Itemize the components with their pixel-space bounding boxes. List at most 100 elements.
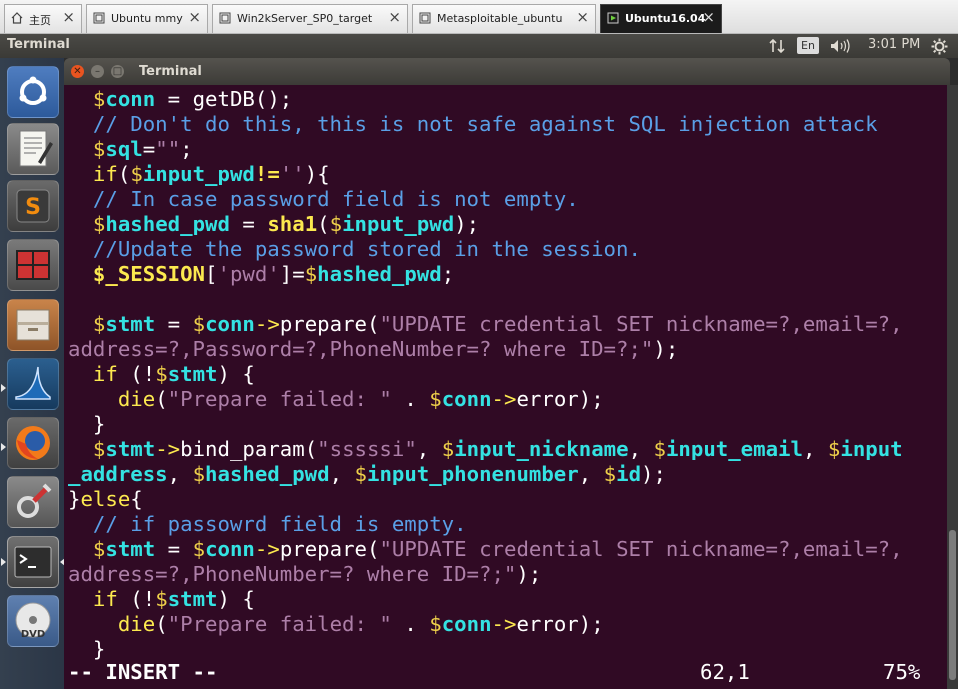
top-panel: Terminal En 3:01 PM	[0, 34, 958, 58]
code-token: (	[155, 612, 168, 636]
code-token: ->	[254, 537, 280, 561]
code-token: (	[317, 212, 330, 236]
code-token: ->	[155, 437, 181, 461]
code-token: else	[80, 487, 131, 511]
scrollbar-thumb[interactable]	[949, 530, 956, 680]
code-token: $	[603, 462, 617, 486]
vm-tab-win2kserver[interactable]: Win2kServer_SP0_target ×	[212, 4, 408, 33]
code-line: }else{	[68, 487, 143, 512]
vm-tab-ubuntu-mmy[interactable]: Ubuntu mmy ×	[86, 4, 208, 33]
code-token: $	[429, 612, 442, 636]
close-icon[interactable]: ×	[388, 9, 401, 26]
terminal-scrollbar[interactable]	[947, 85, 958, 689]
code-token: (	[117, 162, 131, 186]
close-icon[interactable]: ×	[702, 9, 715, 26]
code-token: $	[329, 212, 343, 236]
code-token: $	[441, 437, 455, 461]
code-token: conn	[441, 612, 492, 636]
code-token: =	[155, 312, 193, 336]
vm-tab-label: 主页	[29, 14, 51, 27]
firefox-icon[interactable]	[7, 417, 59, 469]
code-token: "Prepare failed: "	[167, 387, 392, 411]
code-token: hashed_pwd	[205, 462, 330, 486]
text-editor-icon[interactable]	[7, 123, 59, 175]
code-token: // Don't do this, this is not safe again…	[68, 112, 878, 136]
network-icon[interactable]	[768, 38, 786, 54]
code-token: conn	[205, 312, 255, 336]
running-indicator	[1, 384, 6, 392]
workspaces-icon[interactable]	[7, 239, 59, 291]
code-token: "Prepare failed: "	[167, 612, 392, 636]
code-token: ,	[802, 437, 828, 461]
close-window-icon[interactable]: ✕	[71, 65, 84, 78]
code-token: address=?,PhoneNumber=? where ID=?;"	[68, 562, 517, 586]
code-token: error);	[516, 387, 604, 411]
code-token: getDB	[192, 87, 255, 111]
cursor-position: 62,1	[700, 660, 750, 684]
code-token: $	[130, 162, 143, 186]
code-token: $	[155, 362, 168, 386]
gear-icon[interactable]	[931, 38, 948, 55]
code-line: $hashed_pwd = sha1($input_pwd);	[68, 212, 479, 237]
vm-tab-metasploitable[interactable]: Metasploitable_ubuntu ×	[412, 4, 596, 33]
code-token: $	[192, 312, 206, 336]
vm-tab-home[interactable]: 主页 ×	[4, 4, 82, 33]
code-token: (!	[117, 362, 156, 386]
code-token: [	[205, 262, 218, 286]
clock[interactable]: 3:01 PM	[868, 37, 920, 52]
code-token: ,	[416, 437, 442, 461]
wireshark-icon[interactable]	[7, 358, 59, 410]
svg-text:DVD: DVD	[21, 629, 45, 640]
code-line: $sql="";	[68, 137, 193, 162]
ubuntu-dash-icon[interactable]	[7, 66, 59, 118]
terminal-icon[interactable]	[7, 536, 59, 588]
sublime-text-icon[interactable]: S	[7, 180, 59, 232]
code-token: );	[454, 212, 480, 236]
code-line: $_SESSION['pwd']=$hashed_pwd;	[68, 262, 454, 287]
code-token: =	[229, 212, 268, 236]
terminal-content[interactable]: $conn = getDB(); // Don't do this, this …	[64, 85, 947, 689]
vm-tab-ubuntu1604[interactable]: Ubuntu16.04 ×	[600, 4, 722, 33]
close-icon[interactable]: ×	[188, 9, 201, 26]
code-token: hashed_pwd	[317, 262, 442, 286]
code-token: error);	[516, 612, 604, 636]
code-token: input_phonenumber	[366, 462, 579, 486]
code-token: $	[304, 262, 318, 286]
code-token: $_SESSION	[92, 262, 206, 286]
code-line: $stmt->bind_param("sssssi", $input_nickn…	[68, 437, 903, 462]
code-line: $stmt = $conn->prepare("UPDATE credentia…	[68, 537, 903, 562]
dvd-icon[interactable]: DVD	[7, 595, 59, 647]
code-token: input_pwd	[342, 212, 455, 236]
vm-icon	[219, 12, 231, 24]
minimize-window-icon[interactable]: –	[91, 65, 104, 78]
code-token: $	[192, 537, 206, 561]
volume-icon[interactable]	[830, 39, 852, 53]
code-token: // In case password field is not empty.	[68, 187, 579, 211]
code-token: stmt	[105, 312, 156, 336]
close-icon[interactable]: ×	[62, 9, 75, 26]
code-token: sql	[105, 137, 143, 161]
vm-tab-bar: 主页 × Ubuntu mmy × Win2kServer_SP0_target…	[0, 0, 958, 34]
code-token: !=	[254, 162, 280, 186]
system-settings-icon[interactable]	[7, 476, 59, 528]
code-token: _address	[68, 462, 168, 486]
code-token: );	[653, 337, 679, 361]
maximize-window-icon[interactable]: □	[111, 65, 124, 78]
files-icon[interactable]	[7, 299, 59, 351]
code-token: "UPDATE credential SET nickname=?,email=…	[379, 312, 903, 336]
keyboard-layout-indicator[interactable]: En	[797, 37, 819, 54]
code-token: input	[840, 437, 903, 461]
code-token: prepare(	[279, 537, 380, 561]
window-titlebar[interactable]: ✕ – □ Terminal	[64, 58, 950, 85]
close-icon[interactable]: ×	[576, 9, 589, 26]
code-token: $	[429, 387, 442, 411]
code-token: die	[117, 612, 156, 636]
code-token: ,	[329, 462, 355, 486]
vm-running-icon	[607, 12, 619, 24]
